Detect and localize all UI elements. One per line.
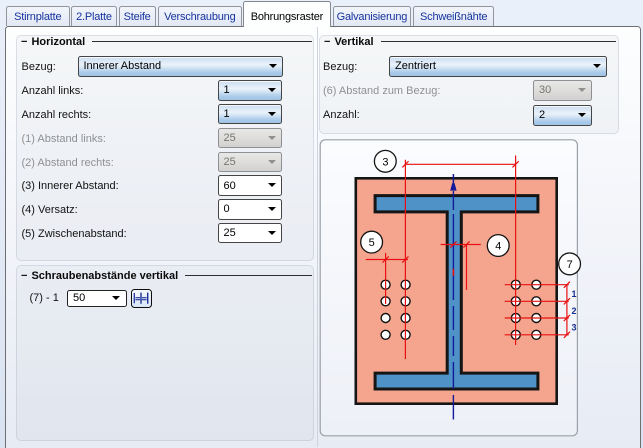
svg-text:5: 5 [369,237,375,249]
svg-text:1: 1 [572,289,577,299]
svg-text:7: 7 [567,259,573,271]
svg-text:3: 3 [572,323,577,333]
svg-text:3: 3 [382,156,388,168]
svg-text:4: 4 [495,241,501,253]
svg-text:2: 2 [572,306,577,316]
